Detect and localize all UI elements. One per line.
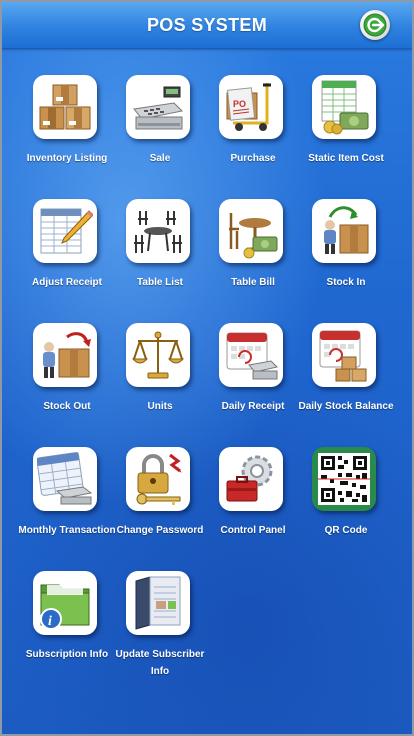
spreadsheet-money-icon bbox=[312, 75, 376, 139]
gear-toolbox-icon bbox=[219, 447, 283, 511]
calendar-cash-icon bbox=[33, 447, 97, 511]
tile-label: Control Panel bbox=[220, 525, 286, 536]
scale-icon bbox=[126, 323, 190, 387]
padlock-key-icon bbox=[126, 447, 190, 511]
calendar-register-icon bbox=[219, 323, 283, 387]
tile-label: Static Item Cost bbox=[308, 153, 384, 164]
tile-label: Adjust Receipt bbox=[31, 277, 102, 288]
tile-label: Table Bill bbox=[231, 277, 275, 288]
hand-truck-icon: PO bbox=[219, 75, 283, 139]
cash-register-icon bbox=[126, 75, 190, 139]
qr-code-icon bbox=[312, 447, 376, 511]
tile-label: Daily Receipt bbox=[221, 401, 285, 412]
tile-label: Purchase bbox=[230, 153, 276, 164]
folder-info-icon: i bbox=[33, 571, 97, 635]
stock-out-icon bbox=[33, 323, 97, 387]
tile-label: Subscription Info bbox=[25, 649, 109, 660]
tile-label: Stock Out bbox=[43, 401, 91, 412]
tile-label: Stock In bbox=[326, 277, 366, 288]
tile-label: Daily Stock Balance bbox=[298, 401, 394, 412]
stock-in-icon bbox=[312, 199, 376, 263]
boxes-icon bbox=[33, 75, 97, 139]
table-money-icon bbox=[219, 199, 283, 263]
tile-label: Inventory Listing bbox=[26, 153, 108, 164]
tile-label: Change Password bbox=[116, 525, 204, 536]
book-edit-icon bbox=[126, 571, 190, 635]
logout-arrow-icon bbox=[363, 13, 387, 37]
logout-button[interactable] bbox=[360, 10, 390, 40]
svg-text:i: i bbox=[48, 614, 52, 629]
tile-label: Sale bbox=[149, 153, 171, 164]
page-title: POS SYSTEM bbox=[146, 15, 268, 35]
header-bar: POS SYSTEM bbox=[2, 2, 412, 49]
tile-label: Monthly Transaction bbox=[18, 525, 116, 536]
table-pencil-icon bbox=[33, 199, 97, 263]
tile-label: Update Subscriber Info bbox=[115, 649, 205, 677]
svg-text:PO: PO bbox=[233, 99, 246, 109]
calendar-boxes-icon bbox=[312, 323, 376, 387]
tile-label: Units bbox=[147, 401, 173, 412]
tile-label: Table List bbox=[137, 277, 183, 288]
tile-label: QR Code bbox=[324, 525, 368, 536]
table-chairs-icon bbox=[126, 199, 190, 263]
app-window: POS SYSTEM Inventory Listing Sale PO Pur… bbox=[0, 0, 414, 736]
